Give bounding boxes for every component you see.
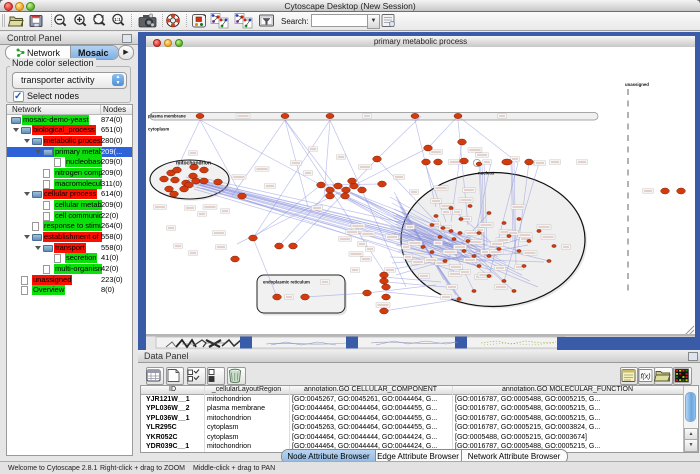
svg-text:unassigned: unassigned <box>625 82 649 87</box>
svg-text:plasma membrane: plasma membrane <box>148 114 186 119</box>
svg-text:endoplasmic reticulum: endoplasmic reticulum <box>263 280 310 285</box>
svg-text:nucleus: nucleus <box>478 171 495 176</box>
svg-text:mitochondrion: mitochondrion <box>176 161 211 167</box>
svg-text:cytoplasm: cytoplasm <box>148 127 169 132</box>
svg-text:1:1: 1:1 <box>114 17 121 22</box>
svg-text:f(x): f(x) <box>640 374 650 381</box>
